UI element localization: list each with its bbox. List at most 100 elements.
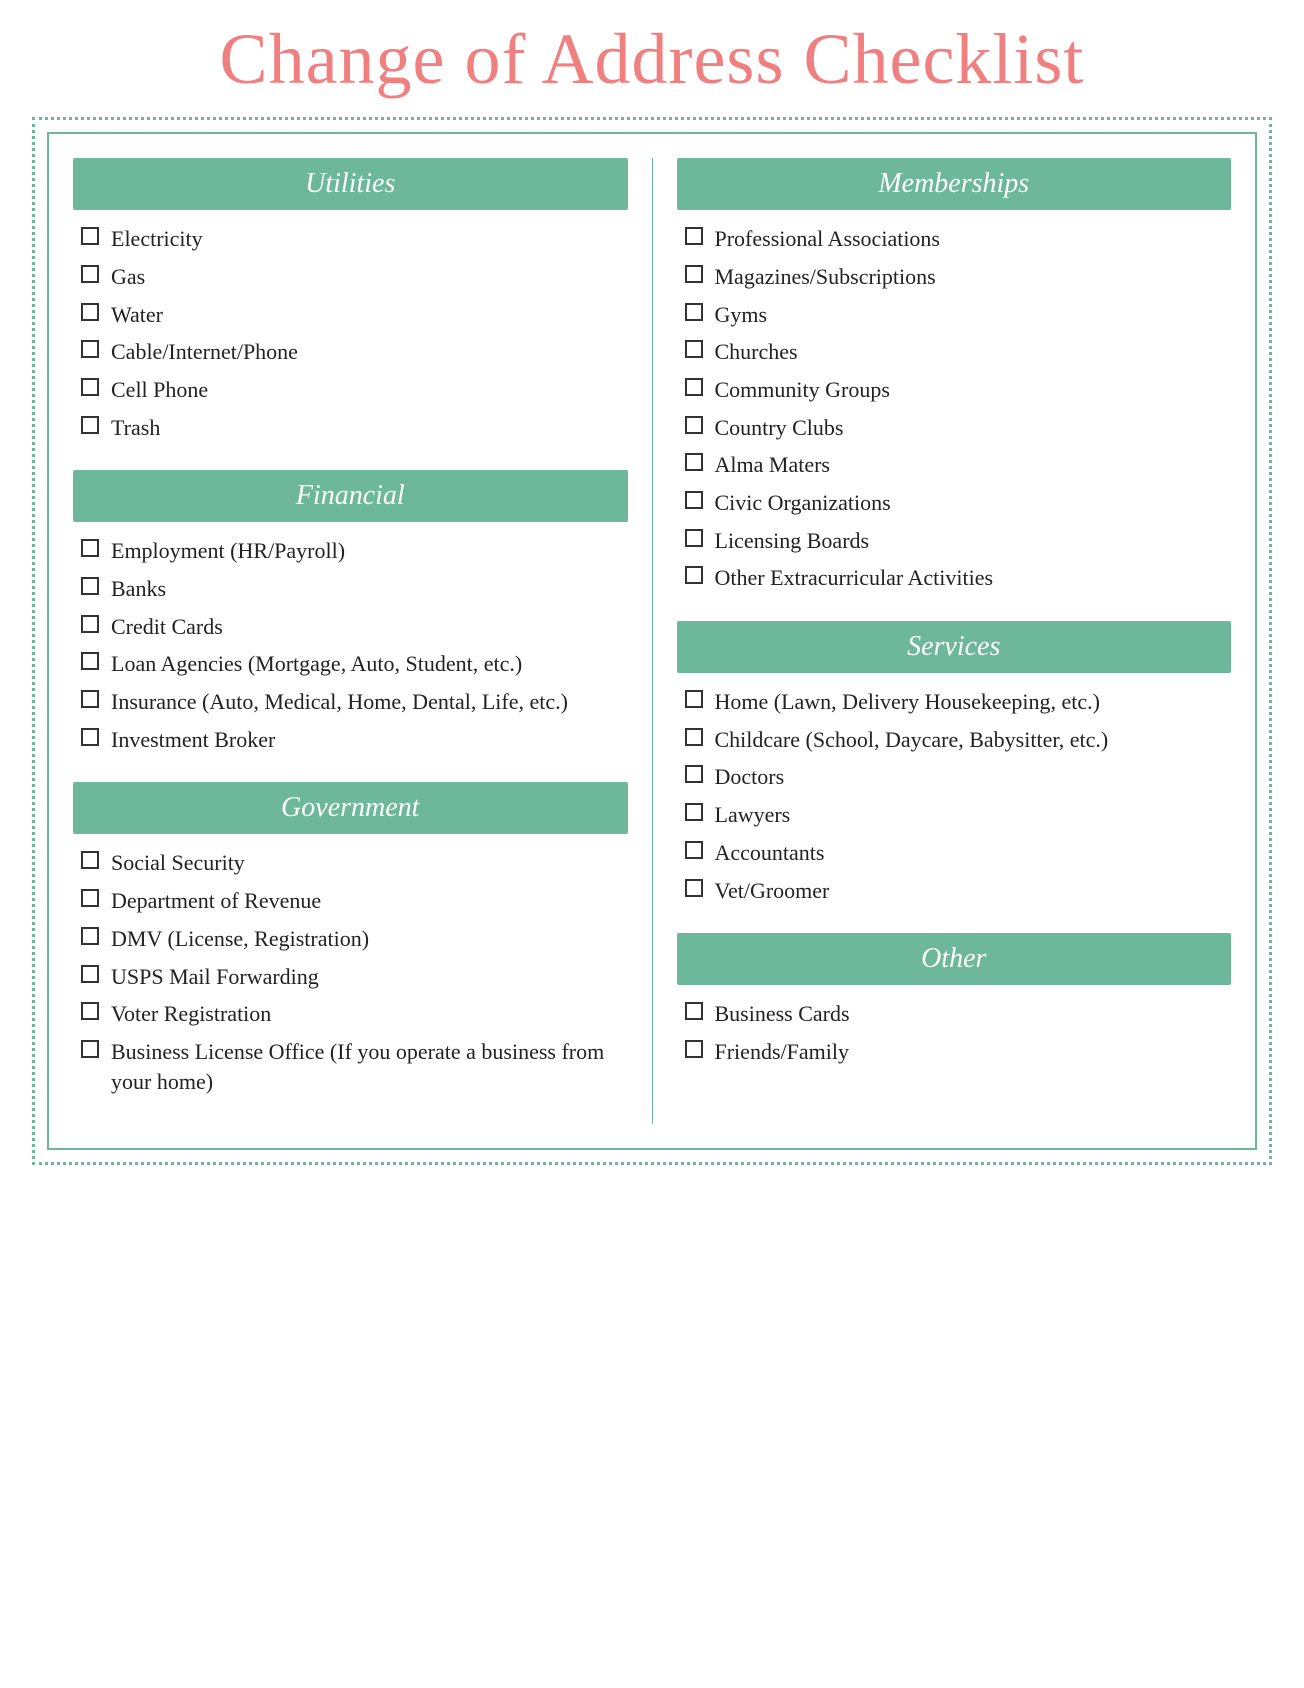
checkbox[interactable] <box>81 690 99 708</box>
checkbox[interactable] <box>81 577 99 595</box>
list-item: Business Cards <box>685 999 1232 1029</box>
list-item: Water <box>81 300 628 330</box>
list-item: USPS Mail Forwarding <box>81 962 628 992</box>
checkbox[interactable] <box>81 303 99 321</box>
item-text: Home (Lawn, Delivery Housekeeping, etc.) <box>715 687 1232 717</box>
item-text: Banks <box>111 574 628 604</box>
checkbox[interactable] <box>81 615 99 633</box>
checkbox[interactable] <box>685 728 703 746</box>
checkbox[interactable] <box>685 803 703 821</box>
item-text: Social Security <box>111 848 628 878</box>
list-item: Investment Broker <box>81 725 628 755</box>
section-utilities: Utilities Electricity Gas Water Cable/In… <box>73 158 628 442</box>
checkbox[interactable] <box>685 841 703 859</box>
inner-border: Utilities Electricity Gas Water Cable/In… <box>47 132 1257 1150</box>
list-item: Licensing Boards <box>685 526 1232 556</box>
other-list: Business Cards Friends/Family <box>685 999 1232 1066</box>
list-item: Friends/Family <box>685 1037 1232 1067</box>
list-item: Lawyers <box>685 800 1232 830</box>
financial-list: Employment (HR/Payroll) Banks Credit Car… <box>81 536 628 754</box>
list-item: Insurance (Auto, Medical, Home, Dental, … <box>81 687 628 717</box>
checkbox[interactable] <box>81 652 99 670</box>
checkbox[interactable] <box>81 227 99 245</box>
checkbox[interactable] <box>685 303 703 321</box>
list-item: Employment (HR/Payroll) <box>81 536 628 566</box>
checkbox[interactable] <box>685 491 703 509</box>
item-text: Business Cards <box>715 999 1232 1029</box>
government-header: Government <box>73 782 628 834</box>
checkbox[interactable] <box>685 879 703 897</box>
checkbox[interactable] <box>81 889 99 907</box>
checkbox[interactable] <box>685 566 703 584</box>
item-text: Credit Cards <box>111 612 628 642</box>
checkbox[interactable] <box>685 265 703 283</box>
utilities-list: Electricity Gas Water Cable/Internet/Pho… <box>81 224 628 442</box>
checkbox[interactable] <box>685 765 703 783</box>
item-text: Doctors <box>715 762 1232 792</box>
list-item: Community Groups <box>685 375 1232 405</box>
list-item: Gyms <box>685 300 1232 330</box>
list-item: Churches <box>685 337 1232 367</box>
list-item: Country Clubs <box>685 413 1232 443</box>
checkbox[interactable] <box>81 416 99 434</box>
services-list: Home (Lawn, Delivery Housekeeping, etc.)… <box>685 687 1232 905</box>
checkbox[interactable] <box>685 227 703 245</box>
list-item: Social Security <box>81 848 628 878</box>
list-item: Cell Phone <box>81 375 628 405</box>
item-text: Professional Associations <box>715 224 1232 254</box>
section-other: Other Business Cards Friends/Family <box>677 933 1232 1066</box>
item-text: Childcare (School, Daycare, Babysitter, … <box>715 725 1232 755</box>
checkbox[interactable] <box>81 728 99 746</box>
list-item: Civic Organizations <box>685 488 1232 518</box>
checkbox[interactable] <box>81 265 99 283</box>
list-item: Doctors <box>685 762 1232 792</box>
item-text: Accountants <box>715 838 1232 868</box>
list-item: Magazines/Subscriptions <box>685 262 1232 292</box>
checkbox[interactable] <box>685 340 703 358</box>
left-column: Utilities Electricity Gas Water Cable/In… <box>73 158 653 1124</box>
item-text: Gyms <box>715 300 1232 330</box>
list-item: Banks <box>81 574 628 604</box>
checkbox[interactable] <box>685 1040 703 1058</box>
checkbox[interactable] <box>81 1002 99 1020</box>
checkbox[interactable] <box>81 851 99 869</box>
list-item: Trash <box>81 413 628 443</box>
checkbox[interactable] <box>685 1002 703 1020</box>
item-text: Electricity <box>111 224 628 254</box>
list-item: Childcare (School, Daycare, Babysitter, … <box>685 725 1232 755</box>
item-text: Department of Revenue <box>111 886 628 916</box>
section-government: Government Social Security Department of… <box>73 782 628 1096</box>
checkbox[interactable] <box>685 453 703 471</box>
checkbox[interactable] <box>685 529 703 547</box>
list-item: Electricity <box>81 224 628 254</box>
government-list: Social Security Department of Revenue DM… <box>81 848 628 1096</box>
checkbox[interactable] <box>685 416 703 434</box>
checkbox[interactable] <box>81 378 99 396</box>
list-item: Professional Associations <box>685 224 1232 254</box>
page-title: Change of Address Checklist <box>220 20 1085 99</box>
item-text: Business License Office (If you operate … <box>111 1037 628 1096</box>
checkbox[interactable] <box>81 1040 99 1058</box>
item-text: Cable/Internet/Phone <box>111 337 628 367</box>
item-text: Gas <box>111 262 628 292</box>
list-item: Department of Revenue <box>81 886 628 916</box>
item-text: Civic Organizations <box>715 488 1232 518</box>
list-item: Loan Agencies (Mortgage, Auto, Student, … <box>81 649 628 679</box>
item-text: Water <box>111 300 628 330</box>
checkbox[interactable] <box>81 340 99 358</box>
checkbox[interactable] <box>685 690 703 708</box>
other-header: Other <box>677 933 1232 985</box>
item-text: Magazines/Subscriptions <box>715 262 1232 292</box>
checkbox[interactable] <box>81 539 99 557</box>
checkbox[interactable] <box>81 965 99 983</box>
checkbox[interactable] <box>81 927 99 945</box>
checkbox[interactable] <box>685 378 703 396</box>
item-text: Churches <box>715 337 1232 367</box>
list-item: Vet/Groomer <box>685 876 1232 906</box>
item-text: Trash <box>111 413 628 443</box>
list-item: Gas <box>81 262 628 292</box>
list-item: Accountants <box>685 838 1232 868</box>
item-text: Loan Agencies (Mortgage, Auto, Student, … <box>111 649 628 679</box>
list-item: Cable/Internet/Phone <box>81 337 628 367</box>
section-financial: Financial Employment (HR/Payroll) Banks … <box>73 470 628 754</box>
